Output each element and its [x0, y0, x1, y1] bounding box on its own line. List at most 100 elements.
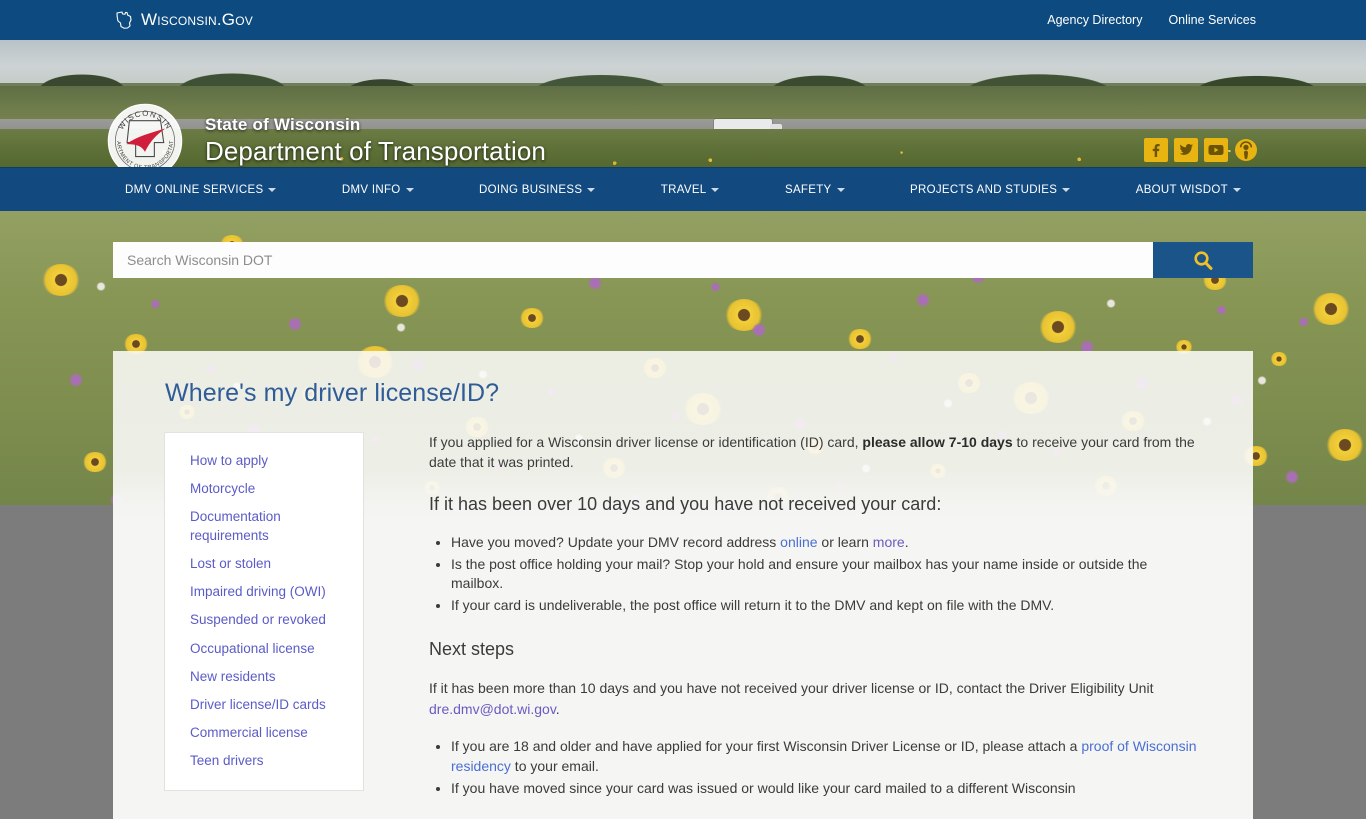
facebook-icon[interactable]: [1144, 138, 1168, 162]
twitter-icon[interactable]: [1174, 138, 1198, 162]
state-of-wisconsin-label: State of Wisconsin: [205, 115, 361, 134]
chevron-down-icon: [268, 187, 277, 192]
driver-eligibility-email-link[interactable]: dre.dmv@dot.wi.gov: [429, 701, 556, 717]
yellow-coneflower: [1038, 310, 1079, 343]
intro-paragraph: If you applied for a Wisconsin driver li…: [429, 432, 1203, 473]
bullet1-text-part1: Have you moved? Update your DMV record a…: [451, 533, 781, 550]
search-input[interactable]: [113, 242, 1153, 278]
nav-item-label: DMV INFO: [341, 183, 401, 196]
bullet1-text-part3: .: [904, 533, 909, 550]
nav-item-doing-business[interactable]: DOING BUSINESS: [479, 183, 596, 196]
main-navigation: DMV ONLINE SERVICES DMV INFO DOING BUSINES…: [0, 167, 1366, 211]
bullet4-text-part1: If you are 18 and older and have applied…: [451, 737, 1082, 754]
nav-item-label: SAFETY: [784, 183, 832, 196]
sidebar-item-occupational-license[interactable]: Occupational license: [165, 635, 363, 663]
section-navigation-sidebar: How to apply Motorcycle Documentation requ…: [164, 432, 364, 791]
department-name-label: Department of Transportation: [205, 136, 546, 166]
nav-item-label: ABOUT WISDOT: [1135, 183, 1228, 196]
social-media-icons: [1144, 138, 1258, 162]
wisdot-seal-logo[interactable]: WISCONSIN DEPARTMENT OF TRANSPORTATION: [106, 102, 184, 167]
heading-next-steps: Next steps: [429, 639, 515, 660]
nav-item-label: DMV ONLINE SERVICES: [125, 183, 264, 196]
list-item: Have you moved? Update your DMV record a…: [451, 533, 1203, 553]
purple-wildflower: [1215, 305, 1227, 316]
sidebar-item-commercial-license[interactable]: Commercial license: [165, 719, 363, 747]
next-steps-text-part2: .: [555, 700, 560, 717]
update-address-online-link[interactable]: online: [780, 534, 817, 550]
chevron-down-icon: [836, 187, 845, 192]
yellow-coneflower: [1270, 352, 1289, 367]
intro-bold-phrase: please allow 7-10 days: [862, 434, 1013, 450]
purple-wildflower: [915, 293, 932, 308]
chevron-down-icon: [587, 187, 596, 192]
nav-item-label: TRAVEL: [660, 183, 707, 196]
yellow-coneflower: [1325, 428, 1366, 461]
next-steps-paragraph: If it has been more than 10 days and you…: [429, 678, 1203, 719]
purple-wildflower: [68, 372, 85, 387]
purple-wildflower: [710, 281, 722, 292]
bullet4-text-part2: to your email.: [510, 757, 599, 774]
nav-item-about-wisdot[interactable]: ABOUT WISDOT: [1136, 184, 1241, 196]
wisconsin-gov-logo[interactable]: Wisconsin.Gov: [113, 9, 253, 31]
wisconsin-state-outline-icon: [116, 11, 132, 29]
sidebar-item-how-to-apply[interactable]: How to apply: [165, 447, 363, 475]
chevron-down-icon: [1232, 187, 1241, 192]
purple-wildflower: [1297, 316, 1309, 327]
yellow-coneflower: [519, 308, 546, 329]
site-search-region: [0, 242, 1366, 278]
sidebar-item-documentation-requirements[interactable]: Documentation requirements: [165, 503, 363, 549]
search-icon: [1194, 251, 1213, 270]
list-item: If your card is undeliverable, the post …: [451, 596, 1203, 616]
yellow-coneflower: [1311, 293, 1352, 326]
nav-item-label: PROJECTS AND STUDIES: [910, 183, 1058, 196]
nav-item-dmv-info[interactable]: DMV INFO: [342, 184, 414, 196]
main-content: If you applied for a Wisconsin driver li…: [429, 432, 1213, 819]
nav-item-projects-and-studies[interactable]: PROJECTS AND STUDIES: [910, 183, 1071, 196]
sidebar-item-impaired-driving-owi-[interactable]: Impaired driving (OWI): [165, 578, 363, 606]
nav-item-travel[interactable]: TRAVEL: [661, 184, 720, 196]
wisconsin-gov-wordmark: Wisconsin.Gov: [141, 10, 253, 29]
government-top-bar: Wisconsin.Gov Agency Directory Online Se…: [0, 0, 1366, 40]
online-services-link[interactable]: Online Services: [1168, 13, 1256, 27]
list-item: If you have moved since your card was is…: [451, 779, 1203, 799]
purple-wildflower: [150, 299, 162, 310]
yellow-coneflower: [382, 284, 423, 317]
over-10-days-list: Have you moved? Update your DMV record a…: [429, 533, 1203, 617]
sidebar-item-driver-license-id-cards[interactable]: Driver license/ID cards: [165, 691, 363, 719]
site-header-banner: WISCONSIN DEPARTMENT OF TRANSPORTATION S…: [0, 40, 1366, 167]
white-wildflower: [1256, 375, 1267, 385]
government-bar-links: Agency Directory Online Services: [1047, 13, 1256, 27]
chevron-down-icon: [405, 187, 414, 192]
sidebar-item-teen-drivers[interactable]: Teen drivers: [165, 747, 363, 775]
bullet1-text-part2: or learn: [817, 533, 873, 550]
content-card: Where's my driver license/ID? How to app…: [113, 351, 1253, 819]
white-wildflower: [1106, 299, 1117, 309]
list-item: Is the post office holding your mail? St…: [451, 555, 1203, 595]
youtube-icon[interactable]: [1204, 138, 1228, 162]
sidebar-item-suspended-or-revoked[interactable]: Suspended or revoked: [165, 606, 363, 634]
nav-item-dmv-online-services[interactable]: DMV ONLINE SERVICES: [125, 183, 277, 196]
next-steps-text-part1: If it has been more than 10 days and you…: [429, 680, 1154, 697]
podcast-icon[interactable]: [1234, 138, 1258, 162]
agency-directory-link[interactable]: Agency Directory: [1047, 13, 1142, 27]
sidebar-item-motorcycle[interactable]: Motorcycle: [165, 475, 363, 503]
chevron-down-icon: [711, 187, 720, 192]
nav-item-safety[interactable]: SAFETY: [785, 184, 845, 196]
purple-wildflower: [286, 316, 303, 331]
search-button[interactable]: [1153, 242, 1253, 278]
page-title: Where's my driver license/ID?: [165, 379, 500, 407]
sidebar-item-new-residents[interactable]: New residents: [165, 663, 363, 691]
agency-title-block: State of Wisconsin Department of Transpo…: [205, 116, 546, 164]
list-item: If you are 18 and older and have applied…: [451, 737, 1203, 777]
chevron-down-icon: [1062, 187, 1071, 192]
sidebar-item-lost-or-stolen[interactable]: Lost or stolen: [165, 550, 363, 578]
yellow-coneflower: [846, 328, 873, 349]
white-wildflower: [396, 322, 407, 332]
white-wildflower: [95, 281, 106, 291]
intro-text-part1: If you applied for a Wisconsin driver li…: [429, 434, 863, 450]
nav-item-label: DOING BUSINESS: [479, 183, 583, 196]
purple-wildflower: [751, 322, 768, 337]
purple-wildflower: [1284, 469, 1301, 484]
heading-over-10-days: If it has been over 10 days and you have…: [429, 493, 942, 514]
learn-more-link[interactable]: more: [873, 534, 905, 550]
